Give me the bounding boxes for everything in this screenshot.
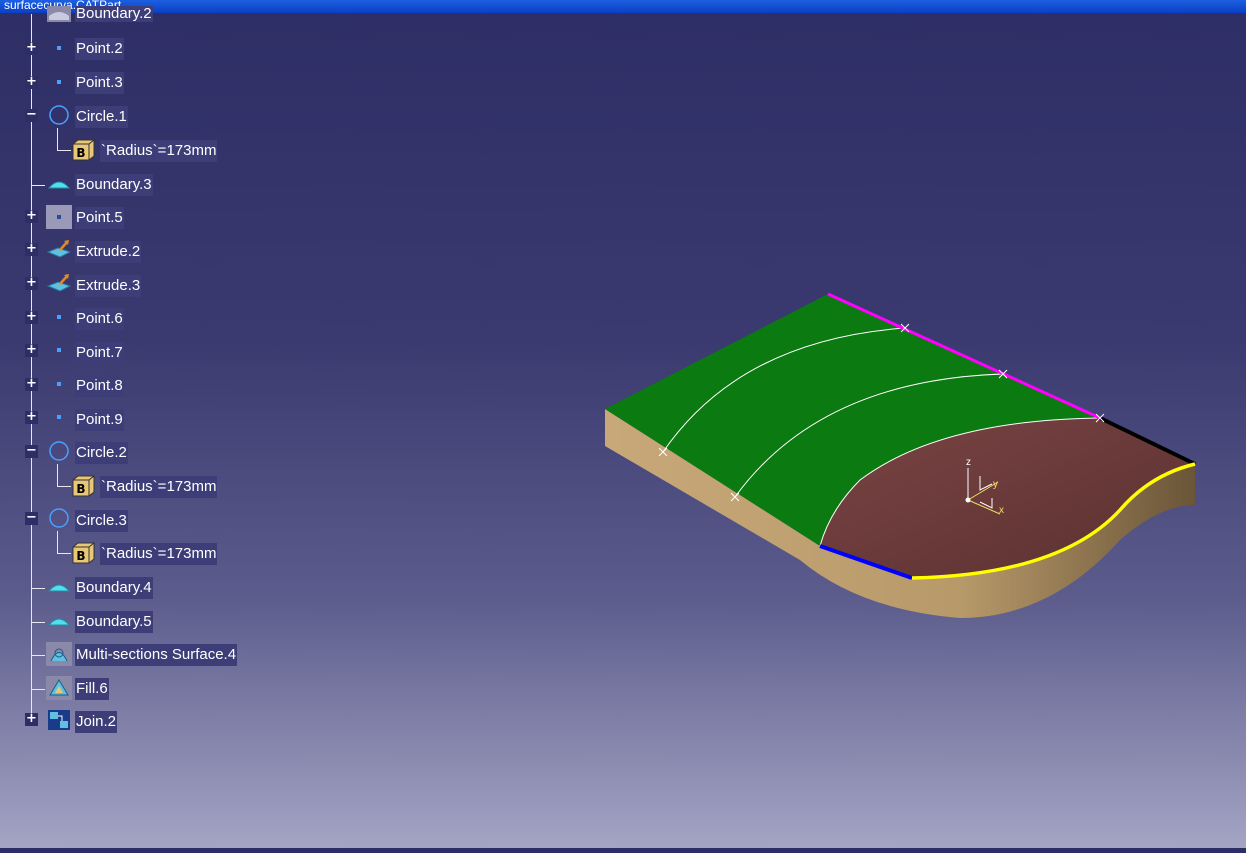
axis-label-x: x xyxy=(999,505,1004,516)
3d-viewport[interactable]: z y x xyxy=(0,0,1246,848)
axis-label-z: z xyxy=(966,457,971,468)
axis-label-y: y xyxy=(993,479,998,490)
3d-model[interactable]: z y x xyxy=(0,0,1246,848)
